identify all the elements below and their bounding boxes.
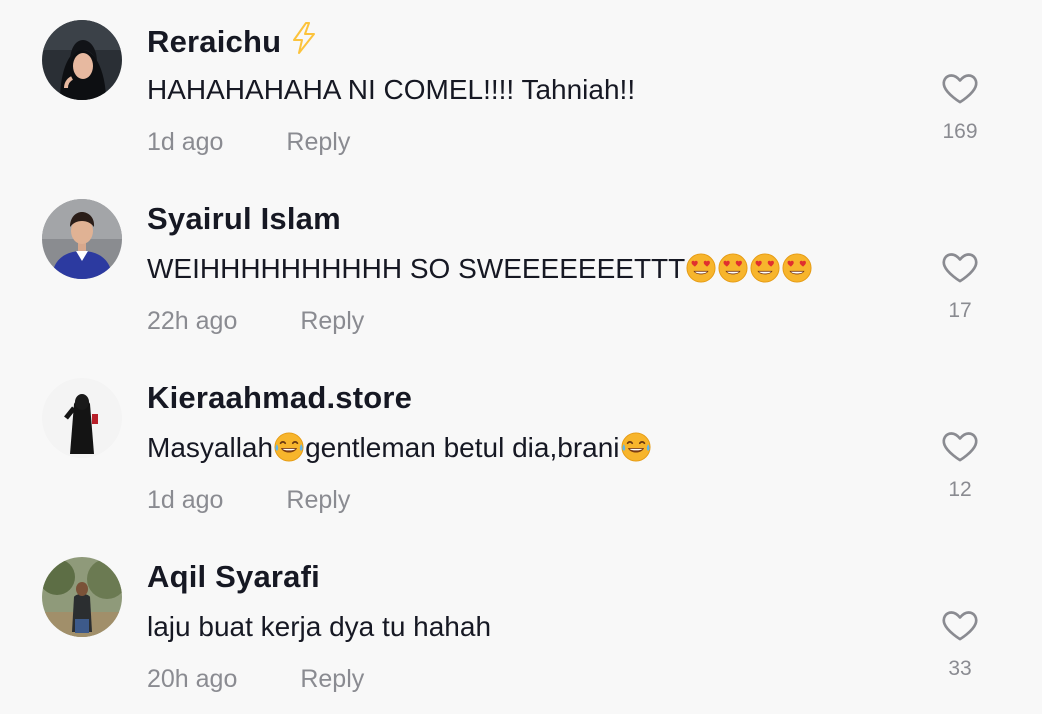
comment-text: Masyallah gentleman betul dia,brani: [147, 432, 652, 464]
comment-meta: 22h ago Reply: [147, 307, 364, 336]
username[interactable]: Syairul Islam: [147, 201, 341, 237]
like-control: 169: [930, 68, 990, 144]
avatar-black-dress-icon: [42, 378, 122, 458]
reply-button[interactable]: Reply: [300, 665, 364, 693]
timestamp: 22h ago: [147, 307, 238, 335]
reply-button[interactable]: Reply: [300, 307, 364, 335]
heart-icon[interactable]: [940, 68, 980, 108]
avatar-man-outdoors-icon: [42, 557, 122, 637]
comment-meta: 1d ago Reply: [147, 128, 350, 157]
comment-meta: 1d ago Reply: [147, 486, 350, 515]
comment-item: Aqil Syarafi laju buat kerja dya tu haha…: [0, 537, 1042, 714]
timestamp: 20h ago: [147, 665, 238, 693]
reply-button[interactable]: Reply: [286, 486, 350, 514]
comment-item: Reraichu HAHAHAHAHA NI COMEL!!!! Tahniah…: [0, 0, 1042, 179]
avatar[interactable]: [42, 378, 122, 458]
like-count: 12: [948, 478, 972, 501]
username[interactable]: Reraichu: [147, 22, 317, 62]
comment-text: HAHAHAHAHA NI COMEL!!!! Tahniah!!: [147, 74, 635, 106]
comment-text-part: Masyallah: [147, 432, 274, 463]
like-control: 33: [930, 605, 990, 681]
avatar-hijab-woman-icon: [42, 20, 122, 100]
heart-icon[interactable]: [940, 605, 980, 645]
tears-of-joy-emoji-icon: [621, 432, 651, 462]
tears-of-joy-emoji-icon: [274, 432, 304, 462]
comment-text-part: gentleman betul dia,brani: [305, 432, 620, 463]
username[interactable]: Aqil Syarafi: [147, 559, 320, 595]
like-count: 169: [942, 120, 978, 143]
username-text: Kieraahmad.store: [147, 380, 413, 415]
username-text: Aqil Syarafi: [147, 559, 320, 594]
timestamp: 1d ago: [147, 486, 224, 514]
like-control: 12: [930, 426, 990, 502]
heart-icon[interactable]: [940, 426, 980, 466]
heart-eyes-emoji-icon: [782, 253, 812, 283]
comment-text: laju buat kerja dya tu hahah: [147, 611, 491, 643]
like-count: 33: [948, 657, 972, 680]
username[interactable]: Kieraahmad.store: [147, 380, 412, 416]
like-control: 17: [930, 247, 990, 323]
lightning-icon: [291, 22, 317, 62]
avatar-man-blue-sweater-icon: [42, 199, 122, 279]
comment-meta: 20h ago Reply: [147, 665, 364, 694]
comment-text-part: HAHAHAHAHA NI COMEL!!!! Tahniah!!: [147, 74, 636, 105]
heart-icon[interactable]: [940, 247, 980, 287]
username-text: Syairul Islam: [147, 201, 341, 236]
avatar[interactable]: [42, 557, 122, 637]
like-count: 17: [948, 299, 972, 322]
comment-text: WEIHHHHHHHHHH SO SWEEEEEEETTT: [147, 253, 813, 285]
comment-list: Reraichu HAHAHAHAHA NI COMEL!!!! Tahniah…: [0, 0, 1042, 714]
heart-eyes-emoji-icon: [686, 253, 716, 283]
username-text: Reraichu: [147, 24, 282, 59]
comment-text-part: WEIHHHHHHHHHH SO SWEEEEEEETTT: [147, 253, 686, 284]
comment-item: Kieraahmad.store Masyallah gentleman betu…: [0, 358, 1042, 537]
avatar[interactable]: [42, 199, 122, 279]
comment-item: Syairul Islam WEIHHHHHHHHHH SO SWEEEEEEE…: [0, 179, 1042, 358]
reply-button[interactable]: Reply: [286, 128, 350, 156]
avatar[interactable]: [42, 20, 122, 100]
timestamp: 1d ago: [147, 128, 224, 156]
heart-eyes-emoji-icon: [718, 253, 748, 283]
comment-text-part: laju buat kerja dya tu hahah: [147, 611, 492, 642]
heart-eyes-emoji-icon: [750, 253, 780, 283]
